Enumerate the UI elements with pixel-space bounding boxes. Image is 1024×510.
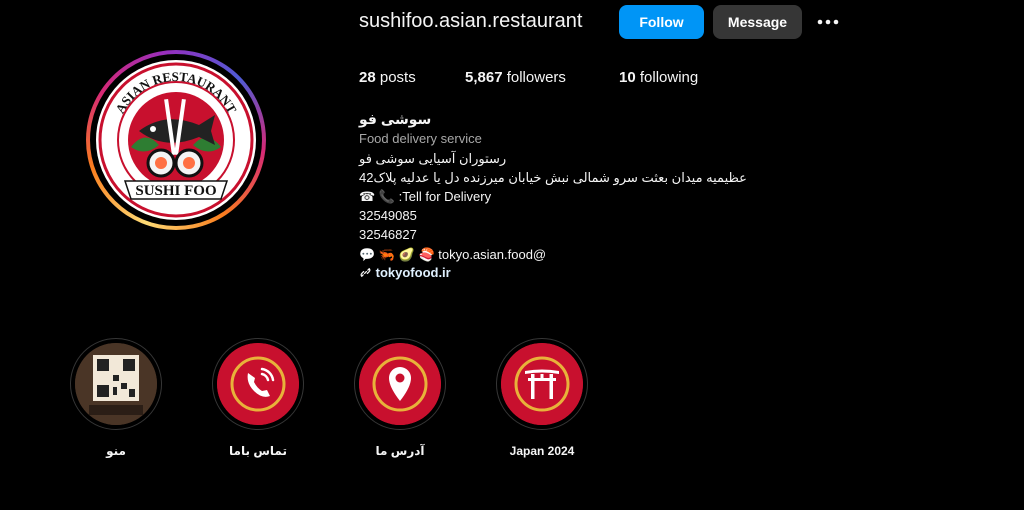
following-stat[interactable]: 10 following xyxy=(619,68,698,88)
follow-button[interactable]: Follow xyxy=(619,5,704,39)
posts-label: posts xyxy=(379,69,416,86)
link-icon xyxy=(359,265,376,280)
location-pin-icon xyxy=(359,343,441,425)
phone-number-2: 32546827 xyxy=(359,227,417,242)
followers-count: 5,867 xyxy=(465,69,503,86)
highlight-menu[interactable]: منو xyxy=(61,338,171,458)
followers-stat[interactable]: 5,867 followers xyxy=(465,68,566,88)
telephone-emoji-icon: ☎ xyxy=(359,189,376,204)
highlight-ring xyxy=(70,338,162,430)
highlight-address[interactable]: آدرس ما xyxy=(345,338,455,458)
highlight-ring xyxy=(212,338,304,430)
delivery-text: :Tell for Delivery xyxy=(398,189,492,204)
torii-gate-icon xyxy=(501,343,583,425)
profile-category: Food delivery service xyxy=(359,131,482,146)
highlight-label: Japan 2024 xyxy=(509,444,575,458)
followers-label: followers xyxy=(506,69,566,86)
bio-link-line[interactable]: tokyofood.ir xyxy=(359,263,451,282)
highlight-contact[interactable]: تماس باما xyxy=(203,338,313,458)
phone-receiver-icon: 📞 xyxy=(378,189,396,204)
bio-emoji-line: 💬 🦐 🥑 🍣 tokyo.asian.food@ xyxy=(359,244,546,264)
highlight-ring xyxy=(354,338,446,430)
svg-text:SUSHI FOO: SUSHI FOO xyxy=(135,183,216,199)
highlight-ring xyxy=(496,338,588,430)
posts-stat: 28 posts xyxy=(359,68,416,88)
shrimp-icon: 🦐 xyxy=(378,247,395,263)
sushi-foo-logo: SUSHI FOO ASIAN RESTAURANT xyxy=(96,60,256,220)
profile-avatar[interactable]: SUSHI FOO ASIAN RESTAURANT xyxy=(86,50,266,230)
avocado-icon: 🥑 xyxy=(398,247,415,263)
highlight-japan-2024[interactable]: Japan 2024 xyxy=(487,338,597,458)
website-link[interactable]: tokyofood.ir xyxy=(376,265,451,280)
avatar-frame: SUSHI FOO ASIAN RESTAURANT xyxy=(90,54,262,226)
profile-display-name: سوشی فو xyxy=(359,111,432,127)
highlight-label: آدرس ما xyxy=(375,444,425,458)
bio-delivery-line: ☎ 📞 :Tell for Delivery xyxy=(359,187,491,206)
tokyo-handle[interactable]: tokyo.asian.food@ xyxy=(438,245,546,264)
message-button[interactable]: Message xyxy=(713,5,802,39)
profile-username: sushifoo.asian.restaurant xyxy=(359,10,583,32)
speech-bubble-icon: 💬 xyxy=(359,247,376,263)
highlight-label: منو xyxy=(106,444,126,458)
phone-number-1: 32549085 xyxy=(359,208,417,223)
bio-line-1: رستوران آسیایی سوشی فو xyxy=(359,151,507,166)
phone-ringing-icon xyxy=(217,343,299,425)
more-options-icon[interactable] xyxy=(814,12,842,32)
posts-count: 28 xyxy=(359,69,376,86)
following-label: following xyxy=(639,69,699,86)
sushi-icon: 🍣 xyxy=(418,247,435,263)
qr-menu-thumbnail xyxy=(75,343,157,425)
highlight-label: تماس باما xyxy=(229,444,287,458)
bio-line-2: عظیمیه میدان بعثت سرو شمالی نبش خیابان م… xyxy=(359,170,747,185)
following-count: 10 xyxy=(619,69,636,86)
